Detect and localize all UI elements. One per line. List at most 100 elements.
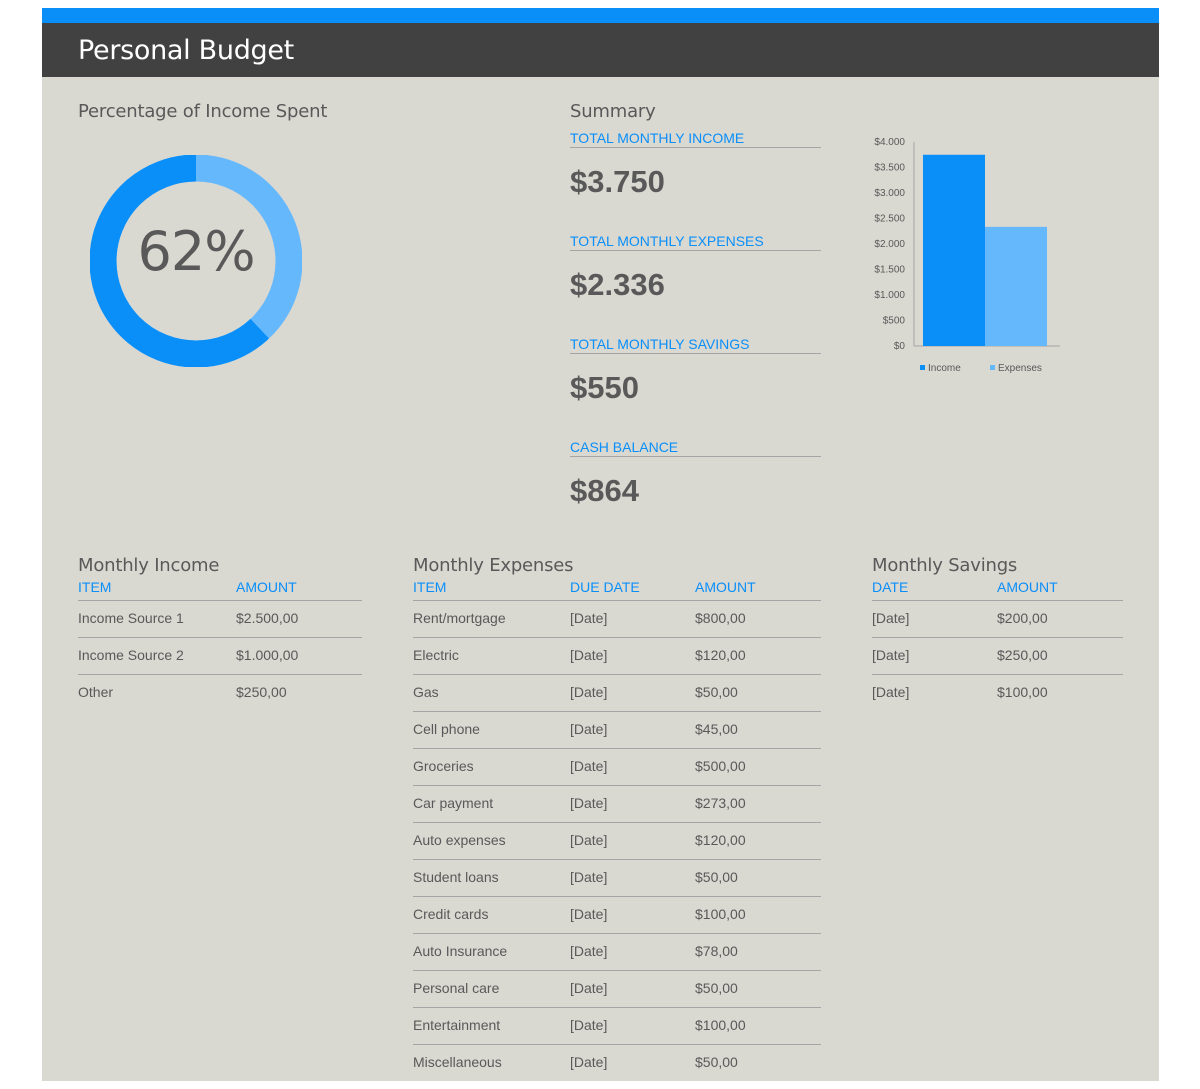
bar-income xyxy=(923,154,985,346)
expenses-section-title: Monthly Expenses xyxy=(413,555,574,576)
legend-swatch-expenses xyxy=(990,365,995,370)
expenses-row-row-divider xyxy=(413,748,821,749)
expenses-row-cell: [Date] xyxy=(570,758,608,774)
expenses-row-cell: $50,00 xyxy=(695,980,738,996)
legend-label-income: Income xyxy=(928,363,961,374)
expenses-row-cell: $45,00 xyxy=(695,721,738,737)
savings-row-row-divider xyxy=(872,674,1123,675)
expenses-row-cell: [Date] xyxy=(570,647,608,663)
savings-row-cell: [Date] xyxy=(872,684,910,700)
expenses-row-cell: Electric xyxy=(413,647,459,663)
total-savings-value: $550 xyxy=(570,370,639,405)
income-row-cell: $250,00 xyxy=(236,684,287,700)
expenses-row-cell: Groceries xyxy=(413,758,474,774)
expenses-row-cell: $273,00 xyxy=(695,795,746,811)
income-row-cell: $2.500,00 xyxy=(236,610,299,626)
expenses-row-cell: $50,00 xyxy=(695,1054,738,1070)
expenses-row-cell: $100,00 xyxy=(695,906,746,922)
savings-header-line xyxy=(872,600,1123,601)
savings-col-date: DATE xyxy=(872,579,909,595)
percent-spent-value: 62% xyxy=(137,220,255,283)
savings-row-cell: $100,00 xyxy=(997,684,1048,700)
expenses-row-cell: [Date] xyxy=(570,832,608,848)
legend-label-expenses: Expenses xyxy=(998,363,1042,374)
income-expenses-bar-chart: $4.000 $3.500 $3.000 $2.500 $2.000 $1.500 $1.0… xyxy=(874,137,1060,374)
y-tick-label: $2.500 xyxy=(874,214,905,225)
total-savings-label: TOTAL MONTHLY SAVINGS xyxy=(570,336,821,354)
income-section-title: Monthly Income xyxy=(78,555,220,576)
y-tick-label: $3.000 xyxy=(874,188,905,199)
expenses-row-cell: [Date] xyxy=(570,869,608,885)
total-income-label: TOTAL MONTHLY INCOME xyxy=(570,130,821,148)
expenses-row-cell: $50,00 xyxy=(695,684,738,700)
y-tick-label: $4.000 xyxy=(874,137,905,148)
expenses-row-cell: $120,00 xyxy=(695,647,746,663)
expenses-row-row-divider xyxy=(413,822,821,823)
expenses-header-line xyxy=(413,600,821,601)
expenses-row-cell: [Date] xyxy=(570,943,608,959)
expenses-row-cell: Gas xyxy=(413,684,439,700)
expenses-row-cell: Auto Insurance xyxy=(413,943,508,959)
expenses-row-cell: [Date] xyxy=(570,721,608,737)
expenses-row-cell: Car payment xyxy=(413,795,494,811)
expenses-row-row-divider xyxy=(413,1007,821,1008)
expenses-row-cell: Rent/mortgage xyxy=(413,610,506,626)
income-col-amount: AMOUNT xyxy=(236,579,297,595)
expenses-row-row-divider xyxy=(413,896,821,897)
income-row-cell: $1.000,00 xyxy=(236,647,299,663)
expenses-row-cell: [Date] xyxy=(570,610,608,626)
budget-sheet: Personal Budget Percentage of Income Spe… xyxy=(42,8,1159,1081)
expenses-row-cell: [Date] xyxy=(570,906,608,922)
expenses-row-cell: [Date] xyxy=(570,1017,608,1033)
cash-balance-value: $864 xyxy=(570,473,639,508)
income-col-item: ITEM xyxy=(78,579,112,595)
y-tick-label: $3.500 xyxy=(874,163,905,174)
expenses-row-cell: Miscellaneous xyxy=(413,1054,502,1070)
income-row-row-divider xyxy=(78,637,362,638)
bar-expenses xyxy=(985,226,1047,346)
expenses-row-cell: Entertainment xyxy=(413,1017,501,1033)
expenses-row-row-divider xyxy=(413,637,821,638)
expenses-row-cell: Student loans xyxy=(413,869,499,885)
percent-section-title: Percentage of Income Spent xyxy=(78,101,328,122)
income-row-cell: Income Source 2 xyxy=(78,647,184,663)
expenses-row-row-divider xyxy=(413,970,821,971)
expenses-row-row-divider xyxy=(413,674,821,675)
income-row-row-divider xyxy=(78,674,362,675)
legend-swatch-income xyxy=(920,365,925,370)
savings-row-cell: $200,00 xyxy=(997,610,1048,626)
expenses-row-cell: Credit cards xyxy=(413,906,489,922)
expenses-row-row-divider xyxy=(413,1044,821,1045)
expenses-row-cell: $800,00 xyxy=(695,610,746,626)
y-tick-label: $500 xyxy=(883,316,906,327)
expenses-row-cell: Auto expenses xyxy=(413,832,506,848)
savings-row-cell: $250,00 xyxy=(997,647,1048,663)
expenses-row-row-divider xyxy=(413,711,821,712)
total-expenses-value: $2.336 xyxy=(570,267,665,302)
expenses-row-cell: $78,00 xyxy=(695,943,738,959)
total-income-value: $3.750 xyxy=(570,164,665,199)
income-row-cell: Income Source 1 xyxy=(78,610,184,626)
savings-section-title: Monthly Savings xyxy=(872,555,1018,576)
cash-balance-label: CASH BALANCE xyxy=(570,439,821,457)
expenses-row-cell: [Date] xyxy=(570,795,608,811)
summary-title: Summary xyxy=(570,101,656,122)
expenses-row-cell: [Date] xyxy=(570,980,608,996)
expenses-row-row-divider xyxy=(413,785,821,786)
header-bar: Personal Budget xyxy=(42,23,1159,77)
expenses-row-cell: $100,00 xyxy=(695,1017,746,1033)
expenses-row-cell: Cell phone xyxy=(413,721,480,737)
expenses-row-cell: [Date] xyxy=(570,1054,608,1070)
savings-row-row-divider xyxy=(872,637,1123,638)
savings-col-amount: AMOUNT xyxy=(997,579,1058,595)
y-tick-label: $2.000 xyxy=(874,239,905,250)
y-tick-label: $1.500 xyxy=(874,265,905,276)
expenses-col-amount: AMOUNT xyxy=(695,579,756,595)
expenses-row-row-divider xyxy=(413,933,821,934)
savings-row-cell: [Date] xyxy=(872,610,910,626)
page-title: Personal Budget xyxy=(78,35,294,66)
savings-row-cell: [Date] xyxy=(872,647,910,663)
income-header-line xyxy=(78,600,362,601)
expenses-row-cell: $50,00 xyxy=(695,869,738,885)
y-tick-label: $1.000 xyxy=(874,290,905,301)
